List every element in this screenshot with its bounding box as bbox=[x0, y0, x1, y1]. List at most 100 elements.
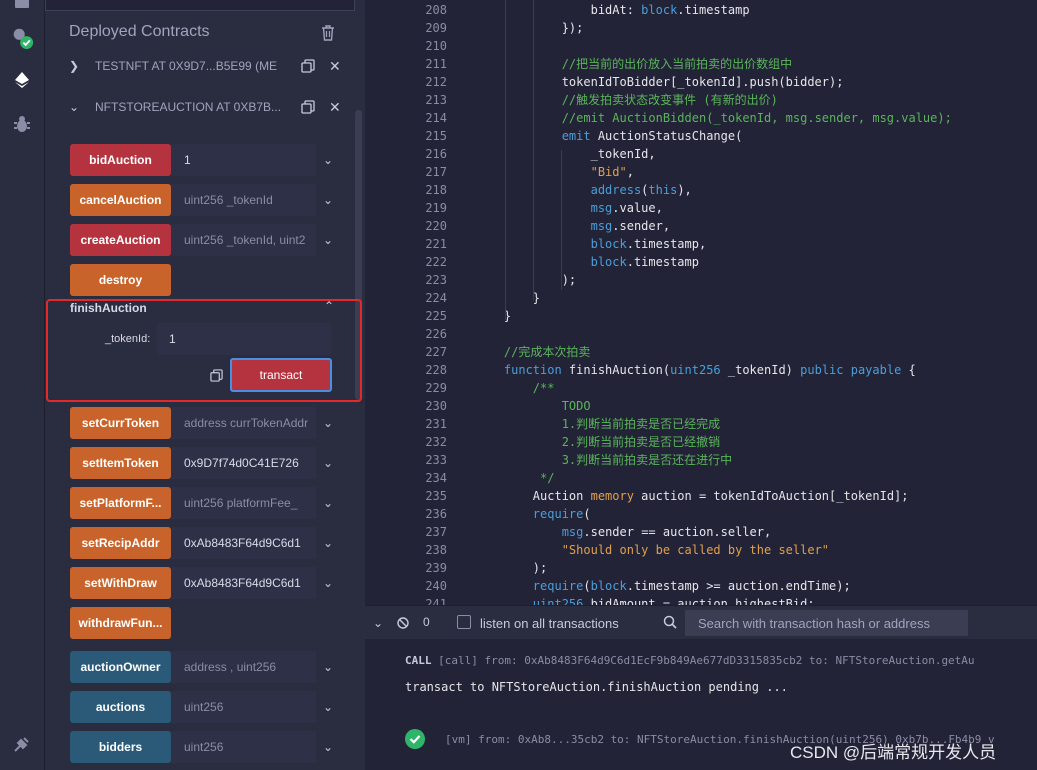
code-line[interactable]: 237 msg.sender == auction.seller, bbox=[365, 523, 1037, 541]
debugger-icon[interactable] bbox=[10, 112, 34, 136]
code-line[interactable]: 235 Auction memory auction = tokenIdToAu… bbox=[365, 487, 1037, 505]
setcurrtoken-input[interactable]: address currTokenAddr bbox=[171, 407, 316, 439]
function-row: bidders uint256 ⌄ bbox=[70, 731, 340, 763]
deploy-run-icon[interactable] bbox=[10, 68, 34, 92]
clear-icon[interactable] bbox=[397, 616, 409, 629]
copy-icon[interactable] bbox=[301, 100, 315, 114]
setitemtoken-input[interactable]: 0x9D7f74d0C41E726 bbox=[171, 447, 316, 479]
code-line[interactable]: 211 //把当前的出价放入当前拍卖的出价数组中 bbox=[365, 55, 1037, 73]
code-line[interactable]: 228 function finishAuction(uint256 _toke… bbox=[365, 361, 1037, 379]
watermark: CSDN @后端常规开发人员 bbox=[790, 743, 997, 762]
chevron-down-icon[interactable]: ⌄ bbox=[316, 416, 340, 430]
code-line[interactable]: 225 } bbox=[365, 307, 1037, 325]
code-line[interactable]: 222 block.timestamp bbox=[365, 253, 1037, 271]
plugin-manager-icon[interactable] bbox=[10, 732, 34, 756]
listen-label: listen on all transactions bbox=[480, 616, 619, 631]
code-text: "Should only be called by the seller" bbox=[561, 543, 830, 557]
file-explorer-icon[interactable] bbox=[10, 0, 34, 18]
setplatformfee-button[interactable]: setPlatformF... bbox=[70, 487, 171, 519]
code-line[interactable]: 209 }); bbox=[365, 19, 1037, 37]
setplatformfee-input[interactable]: uint256 platformFee_ bbox=[171, 487, 316, 519]
code-line[interactable]: 241 uint256 bidAmount = auction.highestB… bbox=[365, 595, 1037, 605]
code-line[interactable]: 240 require(block.timestamp >= auction.e… bbox=[365, 577, 1037, 595]
code-line[interactable]: 216 _tokenId, bbox=[365, 145, 1037, 163]
search-input[interactable]: Search with transaction hash or address bbox=[685, 610, 968, 636]
code-line[interactable]: 217 "Bid", bbox=[365, 163, 1037, 181]
code-line[interactable]: 230 TODO bbox=[365, 397, 1037, 415]
code-line[interactable]: 220 msg.sender, bbox=[365, 217, 1037, 235]
chevron-down-icon[interactable]: ⌄ bbox=[316, 576, 340, 590]
trash-icon[interactable] bbox=[321, 25, 335, 41]
createauction-button[interactable]: createAuction bbox=[70, 224, 171, 256]
code-line[interactable]: 208 bidAt: block.timestamp bbox=[365, 1, 1037, 19]
bidders-input[interactable]: uint256 bbox=[171, 731, 316, 763]
chevron-down-icon[interactable]: ⌄ bbox=[316, 740, 340, 754]
code-line[interactable]: 238 "Should only be called by the seller… bbox=[365, 541, 1037, 559]
chevron-down-icon[interactable]: ⌄ bbox=[69, 100, 83, 114]
chevron-down-icon[interactable]: ⌄ bbox=[316, 233, 340, 247]
listen-checkbox[interactable] bbox=[457, 615, 471, 629]
code-text: require(block.timestamp >= auction.endTi… bbox=[532, 579, 851, 593]
line-number: 208 bbox=[425, 3, 447, 17]
close-icon[interactable]: ✕ bbox=[329, 58, 341, 75]
setitemtoken-button[interactable]: setItemToken bbox=[70, 447, 171, 479]
code-line[interactable]: 232 2.判断当前拍卖是否已经撤销 bbox=[365, 433, 1037, 451]
cancelauction-input[interactable]: uint256 _tokenId bbox=[171, 184, 316, 216]
code-line[interactable]: 229 /** bbox=[365, 379, 1037, 397]
setwithdraw-input[interactable]: 0xAb8483F64d9C6d1 bbox=[171, 567, 316, 599]
chevron-down-icon[interactable]: ⌄ bbox=[316, 456, 340, 470]
chevron-right-icon[interactable]: ❯ bbox=[69, 59, 83, 73]
code-line[interactable]: 224 } bbox=[365, 289, 1037, 307]
code-line[interactable]: 234 */ bbox=[365, 469, 1037, 487]
setrecipaddr-button[interactable]: setRecipAddr bbox=[70, 527, 171, 559]
bidauction-button[interactable]: bidAuction bbox=[70, 144, 171, 176]
code-line[interactable]: 231 1.判断当前拍卖是否已经完成 bbox=[365, 415, 1037, 433]
code-line[interactable]: 219 msg.value, bbox=[365, 199, 1037, 217]
code-line[interactable]: 221 block.timestamp, bbox=[365, 235, 1037, 253]
code-line[interactable]: 226 bbox=[365, 325, 1037, 343]
contract-row-testnft[interactable]: ❯ TESTNFT AT 0X9D7...B5E99 (ME ✕ bbox=[69, 50, 341, 82]
code-line[interactable]: 227 //完成本次拍卖 bbox=[365, 343, 1037, 361]
withdrawfunds-button[interactable]: withdrawFun... bbox=[70, 607, 171, 639]
cancelauction-button[interactable]: cancelAuction bbox=[70, 184, 171, 216]
bidauction-input[interactable]: 1 bbox=[171, 144, 316, 176]
line-number: 216 bbox=[425, 147, 447, 161]
code-line[interactable]: 239 ); bbox=[365, 559, 1037, 577]
auctionowner-input[interactable]: address , uint256 bbox=[171, 651, 316, 683]
code-line[interactable]: 215 emit AuctionStatusChange( bbox=[365, 127, 1037, 145]
setcurrtoken-button[interactable]: setCurrToken bbox=[70, 407, 171, 439]
code-line[interactable]: 214 //emit AuctionBidden(_tokenId, msg.s… bbox=[365, 109, 1037, 127]
chevron-down-icon[interactable]: ⌄ bbox=[316, 496, 340, 510]
function-row: createAuction uint256 _tokenId, uint2 ⌄ bbox=[70, 224, 340, 256]
code-line[interactable]: 236 require( bbox=[365, 505, 1037, 523]
function-row: setItemToken 0x9D7f74d0C41E726 ⌄ bbox=[70, 447, 340, 479]
auctions-button[interactable]: auctions bbox=[70, 691, 171, 723]
line-number: 219 bbox=[425, 201, 447, 215]
auctions-input[interactable]: uint256 bbox=[171, 691, 316, 723]
code-line[interactable]: 213 //触发拍卖状态改变事件 (有新的出价) bbox=[365, 91, 1037, 109]
line-number: 220 bbox=[425, 219, 447, 233]
chevron-double-down-icon[interactable]: ⌄ bbox=[373, 616, 383, 630]
auctionowner-button[interactable]: auctionOwner bbox=[70, 651, 171, 683]
code-line[interactable]: 210 bbox=[365, 37, 1037, 55]
chevron-down-icon[interactable]: ⌄ bbox=[316, 193, 340, 207]
destroy-button[interactable]: destroy bbox=[70, 264, 171, 296]
chevron-down-icon[interactable]: ⌄ bbox=[316, 660, 340, 674]
chevron-down-icon[interactable]: ⌄ bbox=[316, 153, 340, 167]
code-line[interactable]: 212 tokenIdToBidder[_tokenId].push(bidde… bbox=[365, 73, 1037, 91]
compiler-check-icon[interactable] bbox=[10, 26, 34, 50]
code-editor[interactable]: 208 bidAt: block.timestamp 209 }); 210 211 … bbox=[365, 0, 1037, 605]
setwithdraw-button[interactable]: setWithDraw bbox=[70, 567, 171, 599]
close-icon[interactable]: ✕ bbox=[329, 99, 341, 116]
setrecipaddr-input[interactable]: 0xAb8483F64d9C6d1 bbox=[171, 527, 316, 559]
code-text: Auction memory auction = tokenIdToAuctio… bbox=[475, 489, 909, 503]
chevron-down-icon[interactable]: ⌄ bbox=[316, 536, 340, 550]
code-line[interactable]: 218 address(this), bbox=[365, 181, 1037, 199]
copy-icon[interactable] bbox=[301, 59, 315, 73]
bidders-button[interactable]: bidders bbox=[70, 731, 171, 763]
code-line[interactable]: 233 3.判断当前拍卖是否还在进行中 bbox=[365, 451, 1037, 469]
chevron-down-icon[interactable]: ⌄ bbox=[316, 700, 340, 714]
createauction-input[interactable]: uint256 _tokenId, uint2 bbox=[171, 224, 316, 256]
code-line[interactable]: 223 ); bbox=[365, 271, 1037, 289]
contract-row-nftstoreauction[interactable]: ⌄ NFTSTOREAUCTION AT 0XB7B... ✕ bbox=[69, 91, 341, 123]
